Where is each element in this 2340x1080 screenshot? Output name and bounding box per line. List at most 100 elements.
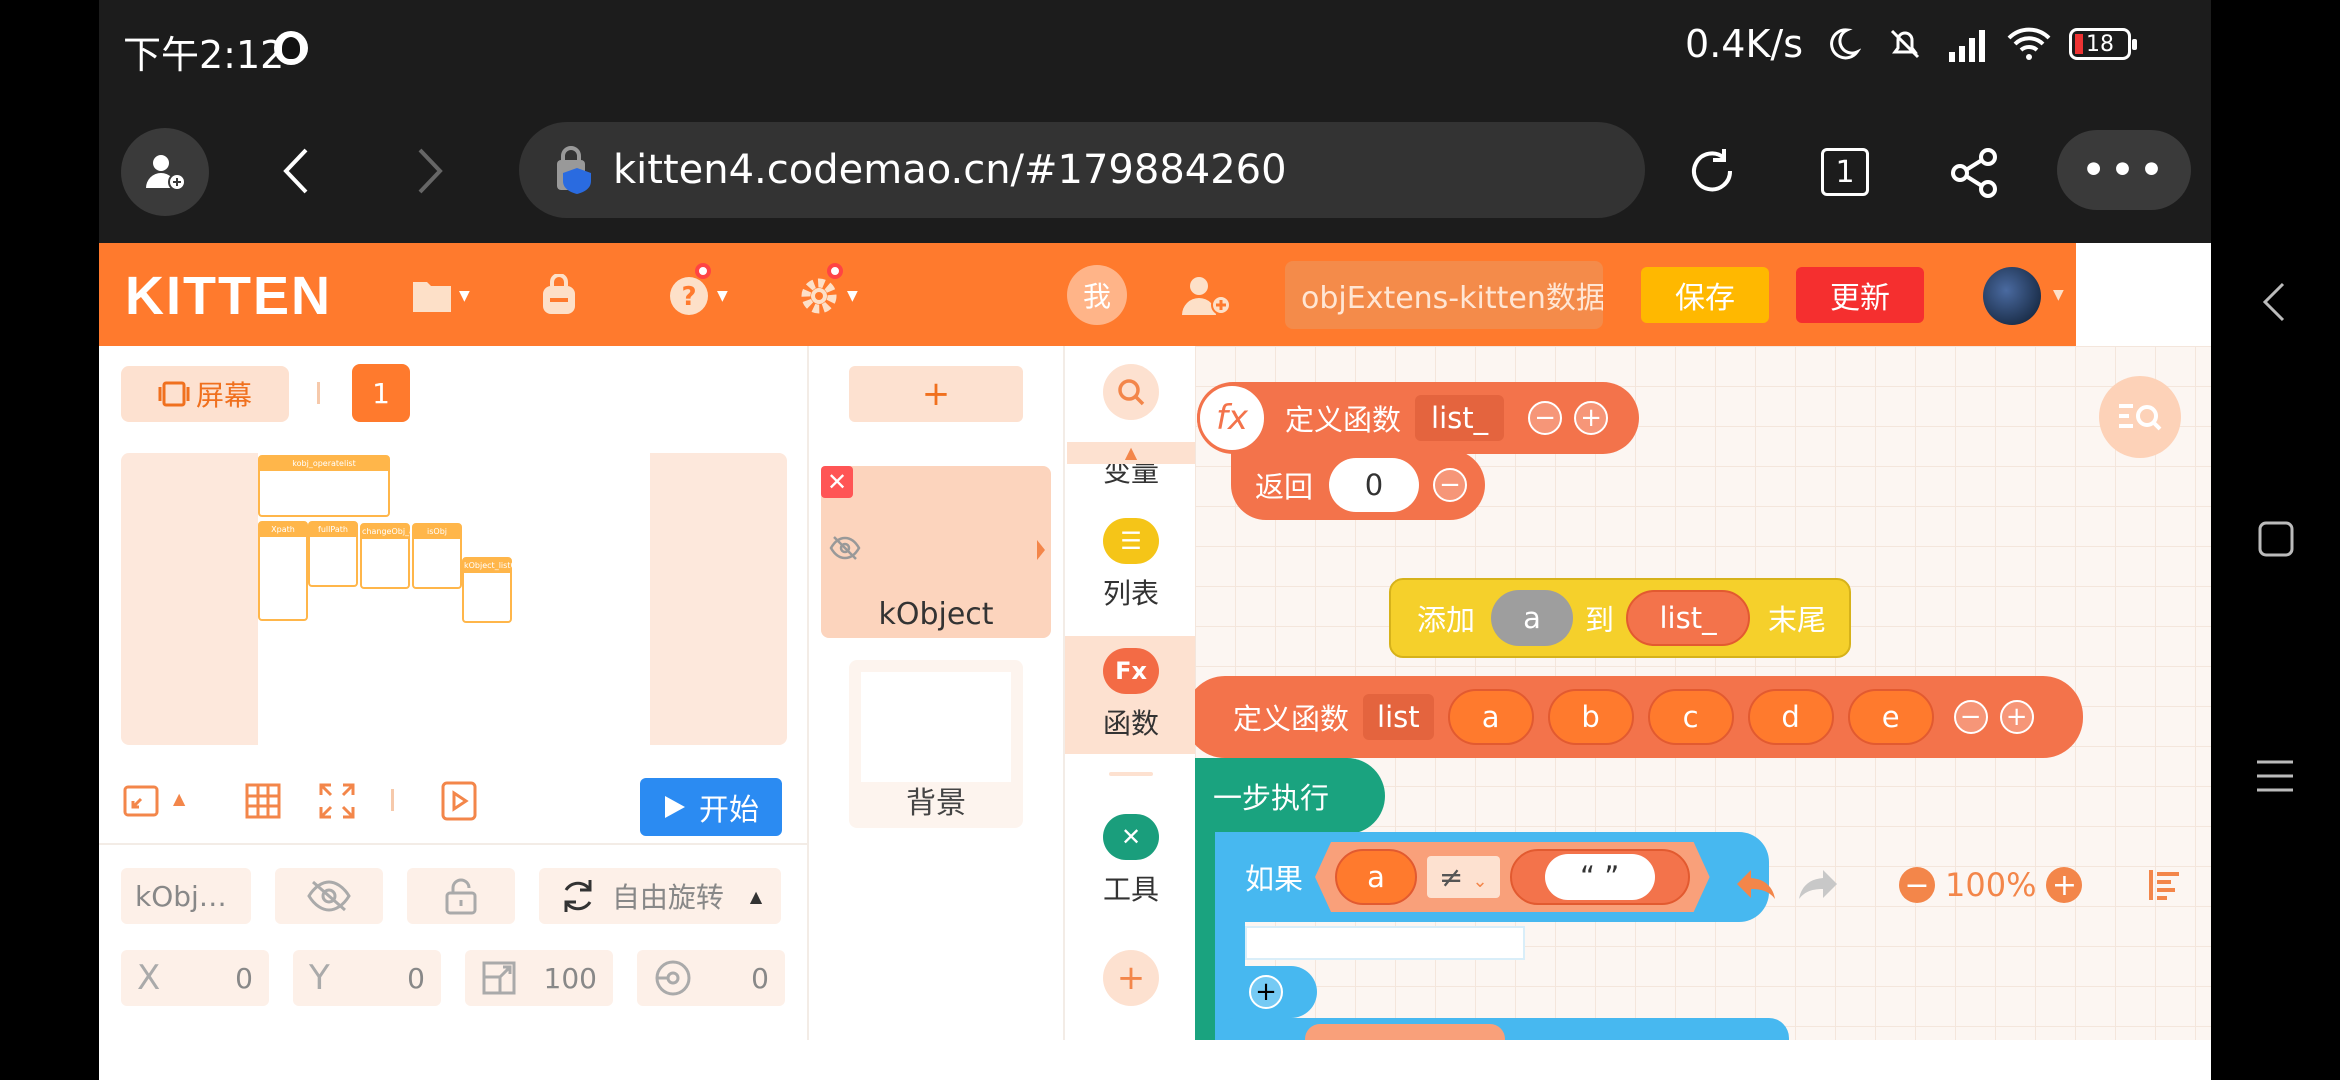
category-label: 列表 — [1102, 577, 1159, 610]
category-variables[interactable]: 变量 — [1065, 464, 1197, 488]
block-search-button[interactable] — [2099, 376, 2181, 458]
unlock-icon — [445, 878, 477, 915]
rotate-icon — [564, 880, 592, 912]
profile-button[interactable] — [121, 128, 209, 216]
zoom-in-button[interactable]: + — [2046, 867, 2083, 903]
define-function-block[interactable]: 定义函数 list a b c d e − + — [1195, 676, 2083, 758]
screen-tab-1[interactable]: 1 — [352, 364, 410, 422]
nav-menu-icon[interactable] — [2255, 756, 2295, 796]
project-name-field[interactable]: objExtens-kitten数据… — [1285, 261, 1603, 329]
param-field[interactable]: e — [1847, 689, 1934, 745]
expand-arrow-icon[interactable] — [1035, 538, 1047, 562]
append-item-field[interactable]: a — [1491, 590, 1574, 646]
search-blocks-button[interactable] — [1103, 364, 1159, 420]
redo-icon[interactable] — [1797, 868, 1839, 902]
remove-param-button[interactable]: − — [1528, 401, 1563, 435]
direction-field[interactable]: 0 — [637, 950, 785, 1006]
add-param-button[interactable]: + — [1999, 700, 2034, 734]
status-bar: 下午2:12 0.4K/s 18 — [99, 0, 2211, 100]
if-add-branch-button[interactable]: + — [1215, 966, 1317, 1018]
return-value-field[interactable]: 0 — [1329, 458, 1420, 512]
fullscreen-icon[interactable] — [317, 781, 357, 821]
avatar-dropdown-icon[interactable]: ▼ — [2053, 287, 2064, 303]
zoom-out-button[interactable]: − — [1899, 867, 1935, 903]
share-button[interactable] — [1939, 138, 2009, 208]
category-tools[interactable]: ✕ 工具 — [1065, 814, 1197, 908]
add-param-button[interactable]: + — [1574, 401, 1609, 435]
param-field[interactable]: c — [1647, 689, 1734, 745]
more-menu-button[interactable]: ••• — [2057, 130, 2191, 210]
return-block[interactable]: 返回 0 − — [1231, 450, 1485, 520]
editor-header: KITTEN ▼ ? ▼ ▼ 我 objExtens-kitten数据… 保存 … — [99, 243, 2076, 346]
back-button[interactable] — [261, 136, 331, 206]
eye-off-icon[interactable] — [829, 534, 861, 562]
operator-select[interactable]: ≠ ⌄ — [1427, 856, 1500, 898]
background-card[interactable]: 背景 — [849, 660, 1023, 828]
delete-sprite-icon[interactable]: ✕ — [821, 466, 853, 498]
help-menu[interactable]: ? ▼ — [667, 263, 728, 319]
rotation-mode-select[interactable]: 自由旋转 ▲ — [539, 868, 781, 924]
y-field[interactable]: Y0 — [293, 950, 441, 1006]
category-function[interactable]: Fx 函数 — [1065, 636, 1197, 754]
category-list[interactable]: ☰ 列表 — [1065, 518, 1197, 612]
sprite-name-field[interactable]: kObj… — [121, 868, 251, 924]
next-if-block[interactable] — [1215, 1018, 1789, 1040]
clock: 下午2:12 — [123, 33, 285, 77]
start-button[interactable]: 开始 — [640, 778, 782, 836]
stage-size-icon[interactable] — [121, 781, 161, 821]
user-add-icon — [146, 155, 186, 191]
video-play-icon[interactable] — [439, 779, 479, 823]
if-block-slot[interactable] — [1245, 926, 1525, 960]
list-append-block[interactable]: 添加 a 到 list_ 末尾 — [1389, 578, 1851, 658]
align-blocks-icon[interactable] — [2148, 868, 2182, 902]
scale-field[interactable]: 100 — [465, 950, 613, 1006]
screen-button[interactable]: 屏幕 — [121, 366, 289, 422]
sprite-card[interactable]: ✕ kObject — [821, 466, 1051, 638]
collaborate-button[interactable] — [1179, 273, 1233, 319]
save-button[interactable]: 保存 — [1641, 267, 1769, 323]
append-list-field[interactable]: list_ — [1626, 590, 1751, 646]
add-sprite-button[interactable]: + — [849, 366, 1023, 422]
x-field[interactable]: X0 — [121, 950, 269, 1006]
avatar[interactable] — [1983, 267, 2041, 325]
add-extension-button[interactable]: + — [1103, 950, 1159, 1006]
undo-icon[interactable] — [1735, 868, 1777, 902]
nav-back-icon[interactable] — [2257, 280, 2293, 324]
string-value-field[interactable]: “ ” — [1545, 854, 1655, 900]
code-workspace[interactable]: fx 定义函数 list_ − + 返回 0 − 添加 a 到 list_ 末尾… — [1195, 346, 2211, 1040]
mini-block: Xpath — [258, 521, 308, 621]
param-field[interactable]: a — [1447, 689, 1534, 745]
param-field[interactable]: d — [1747, 689, 1834, 745]
grid-icon[interactable] — [243, 781, 283, 821]
remove-param-button[interactable]: − — [1953, 700, 1988, 734]
update-button[interactable]: 更新 — [1796, 267, 1924, 323]
backpack-button[interactable] — [537, 273, 581, 319]
if-block[interactable]: 如果 a ≠ ⌄ “ ” — [1215, 832, 1769, 922]
param-field[interactable]: b — [1547, 689, 1634, 745]
block-keyword: 到 — [1585, 603, 1615, 637]
function-name-field[interactable]: list — [1363, 694, 1434, 740]
nav-home-icon[interactable] — [2257, 520, 2295, 558]
me-button[interactable]: 我 — [1067, 265, 1127, 325]
define-function-block[interactable]: fx 定义函数 list_ − + — [1197, 382, 1639, 454]
address-bar[interactable]: kitten4.codemao.cn/#179884260 — [519, 122, 1645, 218]
divider — [391, 789, 394, 811]
dropdown-arrow-icon: ▼ — [847, 288, 858, 304]
reload-button[interactable] — [1677, 136, 1747, 206]
step-execute-block[interactable]: 一步执行 — [1195, 758, 1385, 834]
compare-left-field[interactable]: a — [1335, 849, 1417, 905]
string-block[interactable]: “ ” — [1510, 849, 1690, 905]
compare-block[interactable]: a ≠ ⌄ “ ” — [1315, 842, 1710, 912]
settings-menu[interactable]: ▼ — [797, 263, 858, 319]
stage-canvas[interactable]: kobj_operatelist Xpath fullPath changeOb… — [121, 453, 787, 745]
scroll-up-button[interactable]: ▲ — [1067, 442, 1195, 464]
file-menu[interactable]: ▼ — [411, 273, 470, 319]
function-name-field[interactable]: list_ — [1415, 395, 1505, 441]
lock-toggle[interactable] — [407, 868, 515, 924]
caret-up-icon[interactable]: ▲ — [173, 789, 185, 808]
tabs-button[interactable]: 1 — [1821, 148, 1869, 196]
visibility-toggle[interactable] — [275, 868, 383, 924]
forward-button[interactable] — [395, 136, 465, 206]
screen-icon — [158, 381, 190, 407]
remove-return-button[interactable]: − — [1433, 468, 1468, 502]
